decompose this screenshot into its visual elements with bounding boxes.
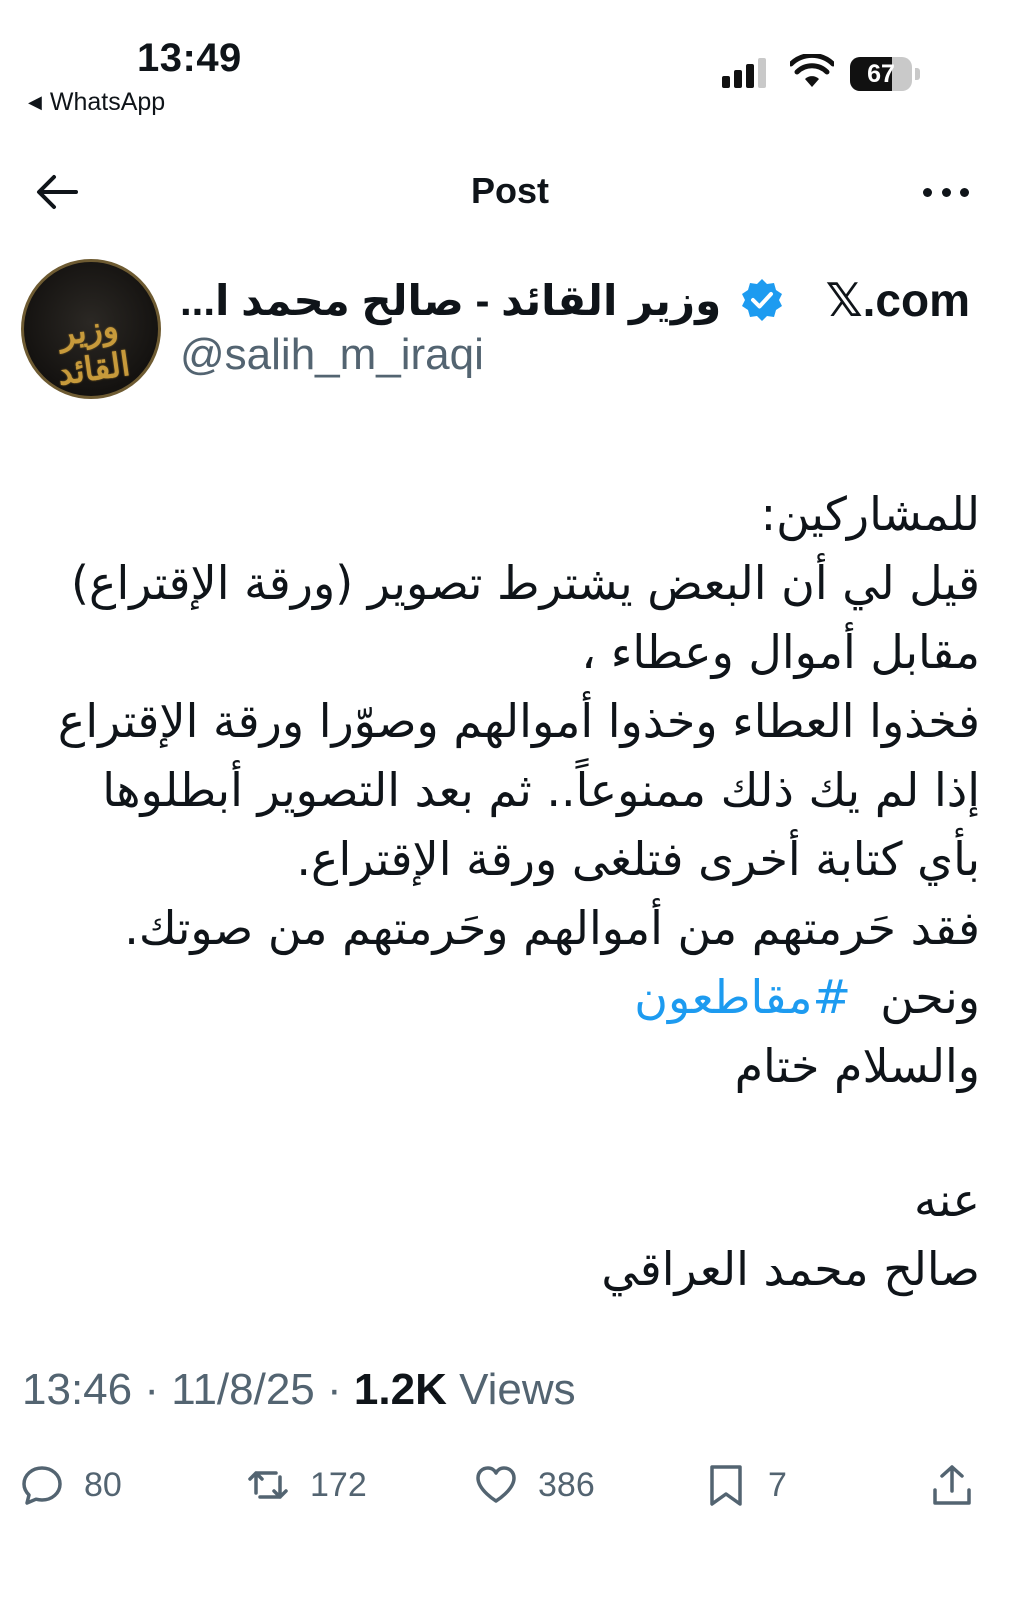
post-line: مقابل أموال وعطاء ، [581, 625, 980, 679]
meta-separator: · [327, 1365, 342, 1414]
avatar[interactable]: وزير القائد [21, 259, 161, 399]
battery-icon: 67 [850, 57, 922, 91]
meta-separator: · [144, 1365, 159, 1414]
share-button[interactable] [930, 1455, 974, 1515]
bookmark-count: 7 [768, 1465, 787, 1504]
repost-count: 172 [310, 1465, 367, 1504]
views-count[interactable]: 1.2K [354, 1365, 447, 1414]
author-row: وزير القائد - صالح محمد ا... 𝕏.com [180, 268, 970, 332]
post-date: 11/8/25 [171, 1365, 315, 1414]
action-bar: 80 172 386 7 [0, 1455, 1020, 1515]
author-name[interactable]: وزير القائد - صالح محمد ا... [180, 276, 721, 325]
avatar-calligraphy: وزير القائد [55, 306, 133, 393]
post-meta: 13:46 · 11/8/25 · 1.2K Views [22, 1365, 576, 1415]
post-line: فخذوا العطاء وخذوا أموالهم وصوّرا ورقة ا… [57, 694, 980, 748]
post-line-hashtag: ونحن #مقاطعون [20, 963, 980, 1032]
bookmark-button[interactable]: 7 [704, 1455, 787, 1515]
signature-line: عنه [914, 1173, 980, 1227]
repost-icon [248, 1471, 288, 1499]
author-handle[interactable]: @salih_m_iraqi [180, 330, 484, 380]
back-app-label: WhatsApp [49, 88, 166, 116]
reply-button[interactable]: 80 [20, 1455, 122, 1515]
hashtag-link[interactable]: #مقاطعون [634, 970, 851, 1024]
reply-icon [22, 1466, 62, 1505]
post-line: قيل لي أن البعض يشترط تصوير (ورقة الإقتر… [71, 556, 980, 610]
back-to-app-link[interactable]: ◀ WhatsApp [28, 88, 165, 117]
like-button[interactable]: 386 [474, 1455, 595, 1515]
post-line: فقد حَرمتهم من أموالهم وحَرمتهم من صوتك. [124, 901, 980, 955]
repost-button[interactable]: 172 [246, 1455, 367, 1515]
post-text: للمشاركين: قيل لي أن البعض يشترط تصوير (… [20, 480, 980, 1101]
bookmark-icon [710, 1465, 742, 1506]
wifi-icon [790, 54, 834, 87]
page-title: Post [470, 170, 549, 211]
site-label: 𝕏.com [825, 274, 970, 326]
battery-percent: 67 [867, 60, 895, 88]
signature-line: صالح محمد العراقي [601, 1242, 980, 1296]
share-icon [933, 1465, 971, 1505]
post-line: إذا لم يك ذلك ممنوعاً.. ثم بعد التصوير أ… [102, 763, 980, 817]
status-time: 13:49 [137, 36, 242, 80]
post-time: 13:46 [22, 1365, 133, 1414]
post-word-we: ونحن [880, 970, 980, 1024]
post-line: بأي كتابة أخرى فتلغى ورقة الإقتراع. [296, 832, 980, 886]
back-triangle-icon: ◀ [28, 92, 42, 112]
heart-icon [476, 1466, 516, 1503]
post-signature: عنه صالح محمد العراقي [20, 1166, 980, 1304]
post-line: للمشاركين: [760, 487, 980, 541]
signal-icon [722, 58, 766, 88]
more-options-icon[interactable] [923, 172, 969, 212]
like-count: 386 [538, 1465, 595, 1504]
views-label: Views [459, 1365, 576, 1414]
reply-count: 80 [84, 1465, 122, 1504]
verified-badge-icon [742, 279, 783, 321]
post-line: والسلام ختام [734, 1039, 980, 1093]
